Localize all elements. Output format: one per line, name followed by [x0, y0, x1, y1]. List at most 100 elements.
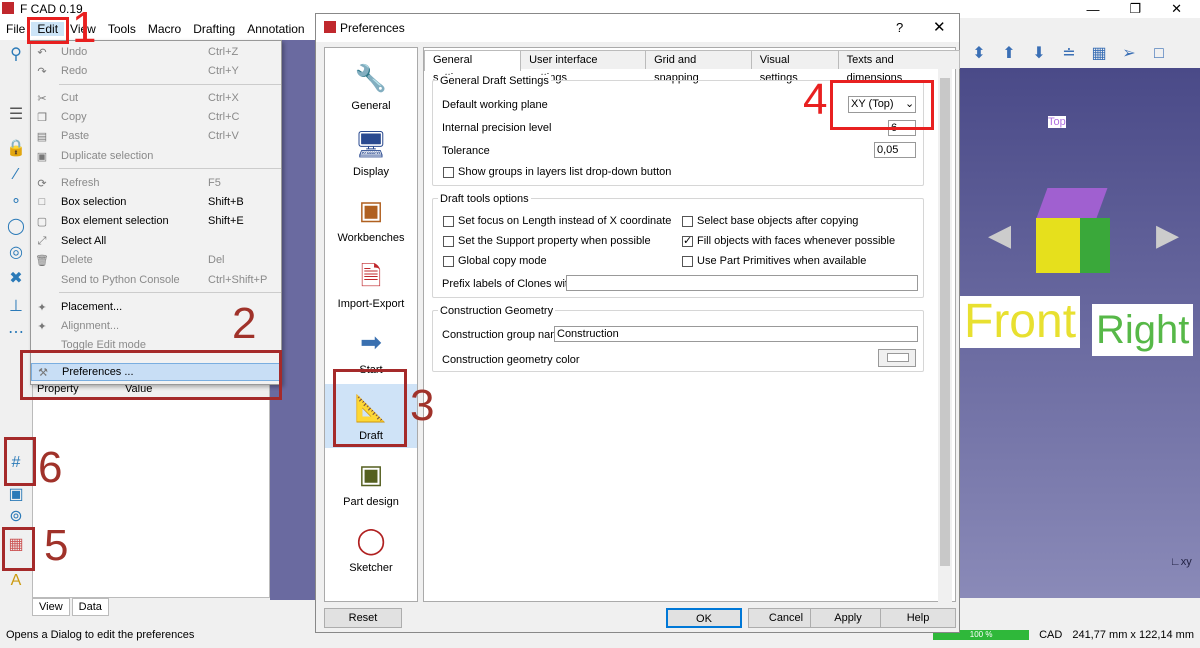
freecad-logo-icon — [324, 21, 336, 33]
annotation-box-5 — [2, 527, 35, 571]
navcube-right-label: Right — [1092, 304, 1194, 356]
line-icon[interactable]: ∕ — [5, 164, 27, 186]
menu-item-box-selection[interactable]: □ Box selection Shift+B — [31, 193, 281, 211]
show-groups-checkbox[interactable] — [443, 167, 454, 178]
axis-cross-icon: ∟xy — [1170, 556, 1192, 568]
page-import-export[interactable]: 🗎 Import-Export — [325, 252, 417, 316]
tab-view[interactable]: View — [32, 598, 70, 616]
select-base-checkbox[interactable] — [682, 216, 693, 227]
wrench-icon: 🔧 — [354, 63, 388, 93]
stack-icon[interactable]: □ — [1148, 44, 1170, 64]
screen-icon[interactable]: ▣ — [5, 484, 27, 506]
split-icon[interactable]: ⬍ — [968, 44, 990, 64]
copy-icon: ❐ — [37, 111, 47, 124]
prefix-label: Prefix labels of Clones with: — [442, 278, 578, 290]
tab-visual-settings[interactable]: Visual settings — [750, 50, 839, 84]
menu-tools[interactable]: Tools — [102, 22, 142, 36]
zoom-icon[interactable]: ⚲ — [5, 44, 27, 66]
global-copy-checkbox[interactable] — [443, 256, 454, 267]
page-sketcher[interactable]: ◯ Sketcher — [325, 516, 417, 580]
construction-color-button[interactable] — [878, 349, 916, 367]
circle-icon[interactable]: ◯ — [5, 216, 27, 238]
menu-item-delete[interactable]: 🗑 Delete Del — [31, 251, 281, 269]
support-property-checkbox[interactable] — [443, 236, 454, 247]
menu-item-refresh[interactable]: ⟳ Refresh F5 — [31, 174, 281, 192]
page-workbenches[interactable]: ▣ Workbenches — [325, 186, 417, 250]
prefix-input[interactable] — [566, 275, 918, 291]
tab-grid-snapping[interactable]: Grid and snapping — [645, 50, 752, 84]
construction-name-input[interactable]: Construction — [554, 326, 918, 342]
lock-icon[interactable]: 🔒 — [5, 138, 27, 160]
close-icon[interactable]: ✕ — [933, 18, 946, 36]
menu-item-send-to-python[interactable]: Send to Python Console Ctrl+Shift+P — [31, 271, 281, 289]
annotation-number-6: 6 — [38, 443, 63, 492]
help-icon[interactable]: ? — [896, 20, 903, 35]
precision-label: Internal precision level — [442, 122, 552, 134]
menu-item-paste[interactable]: ▤ Paste Ctrl+V — [31, 127, 281, 145]
cut-icon: ✂ — [37, 92, 47, 105]
menu-item-box-element-selection[interactable]: ▢ Box element selection Shift+E — [31, 212, 281, 230]
3d-view[interactable]: Top ◀ ▶ Front Right ∟xy — [960, 68, 1200, 598]
scrollbar-thumb[interactable] — [940, 78, 950, 566]
restore-icon[interactable]: ❐ — [1129, 1, 1141, 17]
focus-length-label: Set focus on Length instead of X coordin… — [458, 215, 672, 227]
part-design-icon: ▣ — [358, 459, 384, 489]
tab-general-settings[interactable]: General settings — [424, 50, 522, 84]
down-arrow-icon[interactable]: ⬇ — [1028, 44, 1050, 64]
nav-style[interactable]: CAD — [1039, 629, 1062, 641]
arrow-icon[interactable]: ➢ — [1118, 44, 1140, 64]
arc-icon[interactable]: ◎ — [5, 242, 27, 264]
menu-item-cut[interactable]: ✂ Cut Ctrl+X — [31, 89, 281, 107]
construction-name-label: Construction group name — [442, 329, 566, 341]
document-icon: 🗎 — [360, 261, 382, 291]
tab-data[interactable]: Data — [71, 598, 109, 616]
array-icon[interactable]: ≐ — [1058, 44, 1080, 64]
text-icon[interactable]: A — [5, 570, 27, 592]
menu-item-duplicate[interactable]: ▣ Duplicate selection — [31, 147, 281, 165]
group-title-general: General Draft Settings — [438, 75, 551, 87]
help-button[interactable]: Help — [880, 608, 956, 628]
nav-left-arrow-icon[interactable]: ◀ — [988, 218, 1011, 253]
global-copy-label: Global copy mode — [458, 255, 547, 267]
reset-button[interactable]: Reset — [324, 608, 402, 628]
menu-item-undo[interactable]: ↶ Undo Ctrl+Z — [31, 43, 281, 61]
monitor-icon: 🖥 — [354, 129, 388, 159]
box-element-icon: ▢ — [36, 215, 48, 228]
fill-faces-checkbox[interactable] — [682, 234, 693, 247]
menu-drafting[interactable]: Drafting — [187, 22, 241, 36]
menu-item-redo[interactable]: ↷ Redo Ctrl+Y — [31, 62, 281, 80]
menu-macro[interactable]: Macro — [142, 22, 187, 36]
focus-length-checkbox[interactable] — [443, 216, 454, 227]
part-primitives-checkbox[interactable] — [682, 256, 693, 267]
delete-icon: 🗑 — [35, 254, 49, 267]
wire-icon[interactable]: ∘ — [5, 190, 27, 212]
dimension-icon[interactable]: ⊥ — [5, 296, 27, 318]
working-plane-label: Default working plane — [442, 99, 548, 111]
page-part-design[interactable]: ▣ Part design — [325, 450, 417, 514]
page-display[interactable]: 🖥 Display — [325, 120, 417, 184]
select-base-label: Select base objects after copying — [697, 215, 859, 227]
layers-icon[interactable]: ☰ — [5, 104, 27, 126]
minimize-icon[interactable]: — — [1086, 2, 1099, 17]
placement-icon: ✦ — [37, 301, 47, 314]
part-primitives-label: Use Part Primitives when available — [697, 255, 867, 267]
up-arrow-icon[interactable]: ⬆ — [998, 44, 1020, 64]
duplicate-icon: ▣ — [36, 150, 48, 163]
navcube[interactable] — [1032, 188, 1112, 288]
menu-item-copy[interactable]: ❐ Copy Ctrl+C — [31, 108, 281, 126]
mesh-icon[interactable]: ▦ — [1088, 44, 1110, 64]
close-window-icon[interactable]: ✕ — [1171, 1, 1182, 17]
annotation-number-4: 4 — [803, 75, 828, 124]
menu-item-select-all[interactable]: ⤢ Select All — [31, 232, 281, 250]
cross-icon[interactable]: ✖ — [5, 268, 27, 290]
box-selection-icon: □ — [38, 196, 46, 208]
ok-button[interactable]: OK — [666, 608, 742, 628]
snap-icon[interactable]: ⊚ — [5, 506, 27, 528]
tolerance-spinbox[interactable]: 0,05 — [874, 142, 916, 158]
page-general[interactable]: 🔧 General — [325, 54, 417, 118]
nav-right-arrow-icon[interactable]: ▶ — [1156, 218, 1179, 253]
menu-annotation[interactable]: Annotation — [241, 22, 310, 36]
tab-user-interface[interactable]: User interface settings — [520, 50, 647, 84]
points-icon[interactable]: ⋯ — [5, 322, 27, 344]
apply-button[interactable]: Apply — [810, 608, 886, 628]
